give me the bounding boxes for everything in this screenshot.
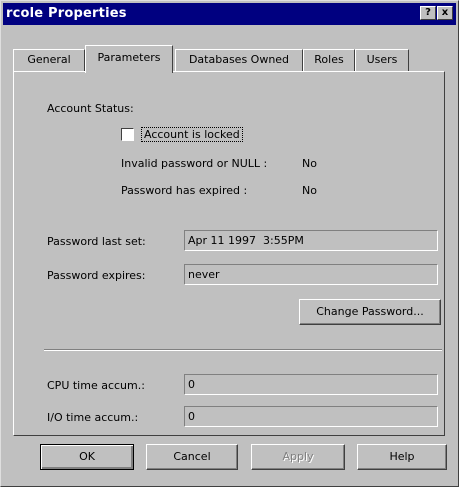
invalid-password-value: No (302, 157, 317, 170)
invalid-password-label: Invalid password or NULL : (121, 157, 268, 170)
password-last-set-field[interactable] (184, 230, 438, 251)
properties-dialog: rcole Properties ? x General Parameters … (0, 0, 459, 487)
password-expires-field[interactable] (184, 264, 438, 285)
help-title-button[interactable]: ? (420, 6, 436, 20)
tab-databases-owned[interactable]: Databases Owned (175, 49, 303, 71)
apply-button[interactable]: Apply (251, 444, 345, 470)
tab-parameters[interactable]: Parameters (85, 45, 173, 73)
io-time-label: I/O time accum.: (47, 411, 139, 424)
change-password-button[interactable]: Change Password... (299, 299, 441, 325)
tab-users[interactable]: Users (355, 49, 409, 71)
password-expired-value: No (302, 184, 317, 197)
tab-roles[interactable]: Roles (303, 49, 355, 71)
password-expires-label: Password expires: (47, 269, 146, 282)
tab-general[interactable]: General (13, 49, 85, 71)
account-locked-checkbox[interactable] (121, 128, 134, 141)
password-expired-label: Password has expired : (121, 184, 248, 197)
cpu-time-label: CPU time accum.: (47, 379, 145, 392)
title-bar: rcole Properties ? x (3, 3, 456, 25)
password-last-set-label: Password last set: (47, 235, 146, 248)
section-divider (44, 349, 442, 351)
account-locked-label[interactable]: Account is locked (141, 127, 243, 142)
cpu-time-field[interactable] (184, 374, 438, 395)
help-button[interactable]: Help (357, 444, 447, 470)
ok-button[interactable]: OK (40, 444, 134, 470)
account-status-heading: Account Status: (47, 102, 134, 115)
window-title: rcole Properties (6, 6, 127, 21)
parameters-panel: Account Status: Account is locked Invali… (13, 71, 445, 436)
cancel-button[interactable]: Cancel (146, 444, 238, 470)
close-icon[interactable]: x (437, 6, 453, 20)
io-time-field[interactable] (184, 406, 438, 427)
